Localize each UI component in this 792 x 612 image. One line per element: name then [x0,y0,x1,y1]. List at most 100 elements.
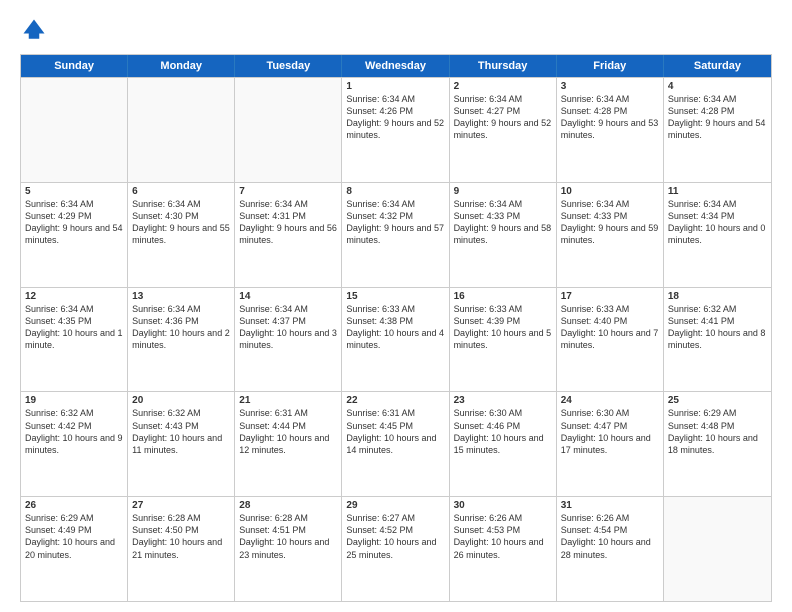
logo [20,16,52,44]
day-info: Sunrise: 6:26 AM Sunset: 4:53 PM Dayligh… [454,512,552,561]
day-number: 8 [346,186,444,197]
day-number: 20 [132,395,230,406]
day-info: Sunrise: 6:28 AM Sunset: 4:51 PM Dayligh… [239,512,337,561]
day-number: 7 [239,186,337,197]
calendar-cell [21,78,128,182]
calendar-header-cell: Monday [128,55,235,77]
calendar-cell: 12Sunrise: 6:34 AM Sunset: 4:35 PM Dayli… [21,288,128,392]
calendar-cell: 31Sunrise: 6:26 AM Sunset: 4:54 PM Dayli… [557,497,664,601]
day-info: Sunrise: 6:34 AM Sunset: 4:27 PM Dayligh… [454,93,552,142]
calendar-cell: 2Sunrise: 6:34 AM Sunset: 4:27 PM Daylig… [450,78,557,182]
calendar-body: 1Sunrise: 6:34 AM Sunset: 4:26 PM Daylig… [21,77,771,601]
calendar-header-cell: Tuesday [235,55,342,77]
calendar-cell: 20Sunrise: 6:32 AM Sunset: 4:43 PM Dayli… [128,392,235,496]
day-info: Sunrise: 6:28 AM Sunset: 4:50 PM Dayligh… [132,512,230,561]
day-info: Sunrise: 6:30 AM Sunset: 4:47 PM Dayligh… [561,407,659,456]
day-number: 2 [454,81,552,92]
day-number: 11 [668,186,767,197]
day-number: 25 [668,395,767,406]
calendar-cell: 28Sunrise: 6:28 AM Sunset: 4:51 PM Dayli… [235,497,342,601]
day-info: Sunrise: 6:30 AM Sunset: 4:46 PM Dayligh… [454,407,552,456]
day-number: 30 [454,500,552,511]
day-number: 21 [239,395,337,406]
calendar-cell: 22Sunrise: 6:31 AM Sunset: 4:45 PM Dayli… [342,392,449,496]
calendar-cell: 30Sunrise: 6:26 AM Sunset: 4:53 PM Dayli… [450,497,557,601]
calendar-cell: 5Sunrise: 6:34 AM Sunset: 4:29 PM Daylig… [21,183,128,287]
day-number: 5 [25,186,123,197]
day-number: 6 [132,186,230,197]
day-number: 9 [454,186,552,197]
day-info: Sunrise: 6:34 AM Sunset: 4:33 PM Dayligh… [561,198,659,247]
day-info: Sunrise: 6:34 AM Sunset: 4:31 PM Dayligh… [239,198,337,247]
calendar-cell: 1Sunrise: 6:34 AM Sunset: 4:26 PM Daylig… [342,78,449,182]
calendar-header-row: SundayMondayTuesdayWednesdayThursdayFrid… [21,55,771,77]
day-number: 14 [239,291,337,302]
day-number: 27 [132,500,230,511]
day-number: 23 [454,395,552,406]
day-number: 13 [132,291,230,302]
calendar-cell: 3Sunrise: 6:34 AM Sunset: 4:28 PM Daylig… [557,78,664,182]
day-number: 29 [346,500,444,511]
day-info: Sunrise: 6:31 AM Sunset: 4:44 PM Dayligh… [239,407,337,456]
header [20,16,772,44]
day-number: 31 [561,500,659,511]
day-number: 18 [668,291,767,302]
calendar-cell: 24Sunrise: 6:30 AM Sunset: 4:47 PM Dayli… [557,392,664,496]
day-number: 12 [25,291,123,302]
calendar-cell: 25Sunrise: 6:29 AM Sunset: 4:48 PM Dayli… [664,392,771,496]
day-info: Sunrise: 6:34 AM Sunset: 4:26 PM Dayligh… [346,93,444,142]
day-info: Sunrise: 6:34 AM Sunset: 4:35 PM Dayligh… [25,303,123,352]
day-number: 26 [25,500,123,511]
day-info: Sunrise: 6:26 AM Sunset: 4:54 PM Dayligh… [561,512,659,561]
day-info: Sunrise: 6:34 AM Sunset: 4:28 PM Dayligh… [561,93,659,142]
calendar-cell: 26Sunrise: 6:29 AM Sunset: 4:49 PM Dayli… [21,497,128,601]
calendar-cell: 29Sunrise: 6:27 AM Sunset: 4:52 PM Dayli… [342,497,449,601]
calendar-cell: 16Sunrise: 6:33 AM Sunset: 4:39 PM Dayli… [450,288,557,392]
calendar-row: 1Sunrise: 6:34 AM Sunset: 4:26 PM Daylig… [21,77,771,182]
calendar-cell: 11Sunrise: 6:34 AM Sunset: 4:34 PM Dayli… [664,183,771,287]
day-info: Sunrise: 6:34 AM Sunset: 4:29 PM Dayligh… [25,198,123,247]
day-number: 28 [239,500,337,511]
calendar-cell: 4Sunrise: 6:34 AM Sunset: 4:28 PM Daylig… [664,78,771,182]
day-info: Sunrise: 6:29 AM Sunset: 4:49 PM Dayligh… [25,512,123,561]
calendar-row: 19Sunrise: 6:32 AM Sunset: 4:42 PM Dayli… [21,391,771,496]
day-number: 3 [561,81,659,92]
day-info: Sunrise: 6:29 AM Sunset: 4:48 PM Dayligh… [668,407,767,456]
day-info: Sunrise: 6:34 AM Sunset: 4:34 PM Dayligh… [668,198,767,247]
day-info: Sunrise: 6:32 AM Sunset: 4:42 PM Dayligh… [25,407,123,456]
day-info: Sunrise: 6:32 AM Sunset: 4:41 PM Dayligh… [668,303,767,352]
day-info: Sunrise: 6:27 AM Sunset: 4:52 PM Dayligh… [346,512,444,561]
calendar-cell: 21Sunrise: 6:31 AM Sunset: 4:44 PM Dayli… [235,392,342,496]
day-info: Sunrise: 6:31 AM Sunset: 4:45 PM Dayligh… [346,407,444,456]
calendar-header-cell: Thursday [450,55,557,77]
day-number: 17 [561,291,659,302]
calendar-header-cell: Wednesday [342,55,449,77]
calendar-header-cell: Sunday [21,55,128,77]
day-info: Sunrise: 6:33 AM Sunset: 4:39 PM Dayligh… [454,303,552,352]
calendar-cell: 13Sunrise: 6:34 AM Sunset: 4:36 PM Dayli… [128,288,235,392]
calendar-row: 26Sunrise: 6:29 AM Sunset: 4:49 PM Dayli… [21,496,771,601]
day-info: Sunrise: 6:34 AM Sunset: 4:33 PM Dayligh… [454,198,552,247]
day-number: 24 [561,395,659,406]
calendar-cell [664,497,771,601]
day-number: 19 [25,395,123,406]
logo-icon [20,16,48,44]
calendar-cell: 8Sunrise: 6:34 AM Sunset: 4:32 PM Daylig… [342,183,449,287]
calendar-cell: 17Sunrise: 6:33 AM Sunset: 4:40 PM Dayli… [557,288,664,392]
calendar-cell: 27Sunrise: 6:28 AM Sunset: 4:50 PM Dayli… [128,497,235,601]
calendar-cell: 14Sunrise: 6:34 AM Sunset: 4:37 PM Dayli… [235,288,342,392]
calendar-cell [235,78,342,182]
day-number: 4 [668,81,767,92]
calendar-cell [128,78,235,182]
calendar: SundayMondayTuesdayWednesdayThursdayFrid… [20,54,772,602]
day-info: Sunrise: 6:34 AM Sunset: 4:28 PM Dayligh… [668,93,767,142]
calendar-row: 12Sunrise: 6:34 AM Sunset: 4:35 PM Dayli… [21,287,771,392]
day-number: 22 [346,395,444,406]
page: SundayMondayTuesdayWednesdayThursdayFrid… [0,0,792,612]
day-info: Sunrise: 6:34 AM Sunset: 4:32 PM Dayligh… [346,198,444,247]
calendar-cell: 23Sunrise: 6:30 AM Sunset: 4:46 PM Dayli… [450,392,557,496]
calendar-header-cell: Saturday [664,55,771,77]
day-number: 16 [454,291,552,302]
day-info: Sunrise: 6:32 AM Sunset: 4:43 PM Dayligh… [132,407,230,456]
calendar-cell: 10Sunrise: 6:34 AM Sunset: 4:33 PM Dayli… [557,183,664,287]
